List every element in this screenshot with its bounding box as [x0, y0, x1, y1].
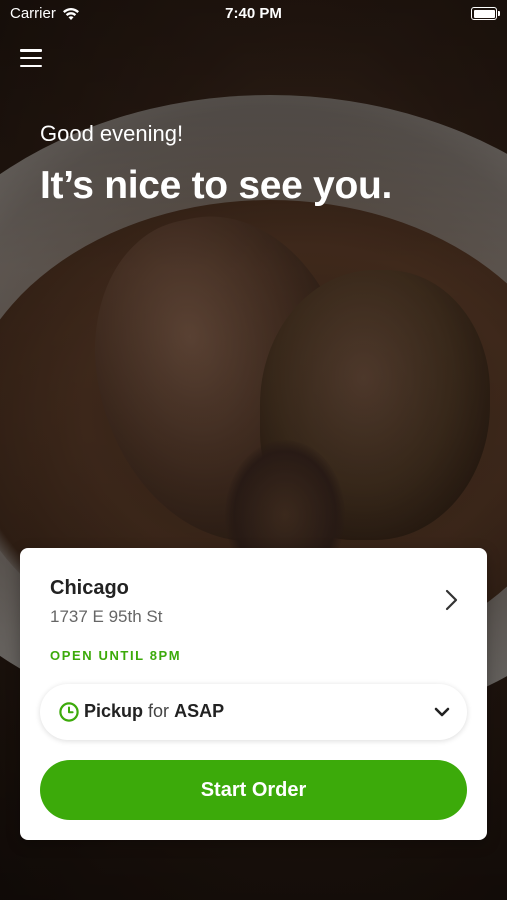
hours-status: OPEN UNTIL 8PM — [50, 648, 182, 663]
start-order-button[interactable]: Start Order — [40, 760, 467, 820]
location-name[interactable]: Chicago — [50, 577, 129, 600]
headline-text: It’s nice to see you. — [40, 164, 393, 207]
status-time: 7:40 PM — [225, 5, 282, 22]
chevron-down-icon[interactable] — [433, 704, 451, 720]
clock-icon — [59, 702, 79, 722]
order-mode-connector: for — [148, 701, 170, 721]
order-mode-label: Pickup for ASAP — [84, 701, 224, 722]
hamburger-menu-icon[interactable] — [20, 48, 42, 68]
location-card: Chicago 1737 E 95th St OPEN UNTIL 8PM Pi… — [20, 548, 487, 840]
status-bar: Carrier 7:40 PM — [0, 0, 507, 28]
order-mode-selector[interactable]: Pickup for ASAP — [40, 684, 467, 740]
battery-icon — [471, 7, 500, 20]
order-mode-type: Pickup — [84, 701, 144, 721]
greeting-text: Good evening! — [40, 121, 184, 146]
order-mode-time: ASAP — [174, 701, 225, 721]
chevron-right-icon[interactable] — [439, 588, 463, 612]
location-address: 1737 E 95th St — [50, 607, 163, 626]
